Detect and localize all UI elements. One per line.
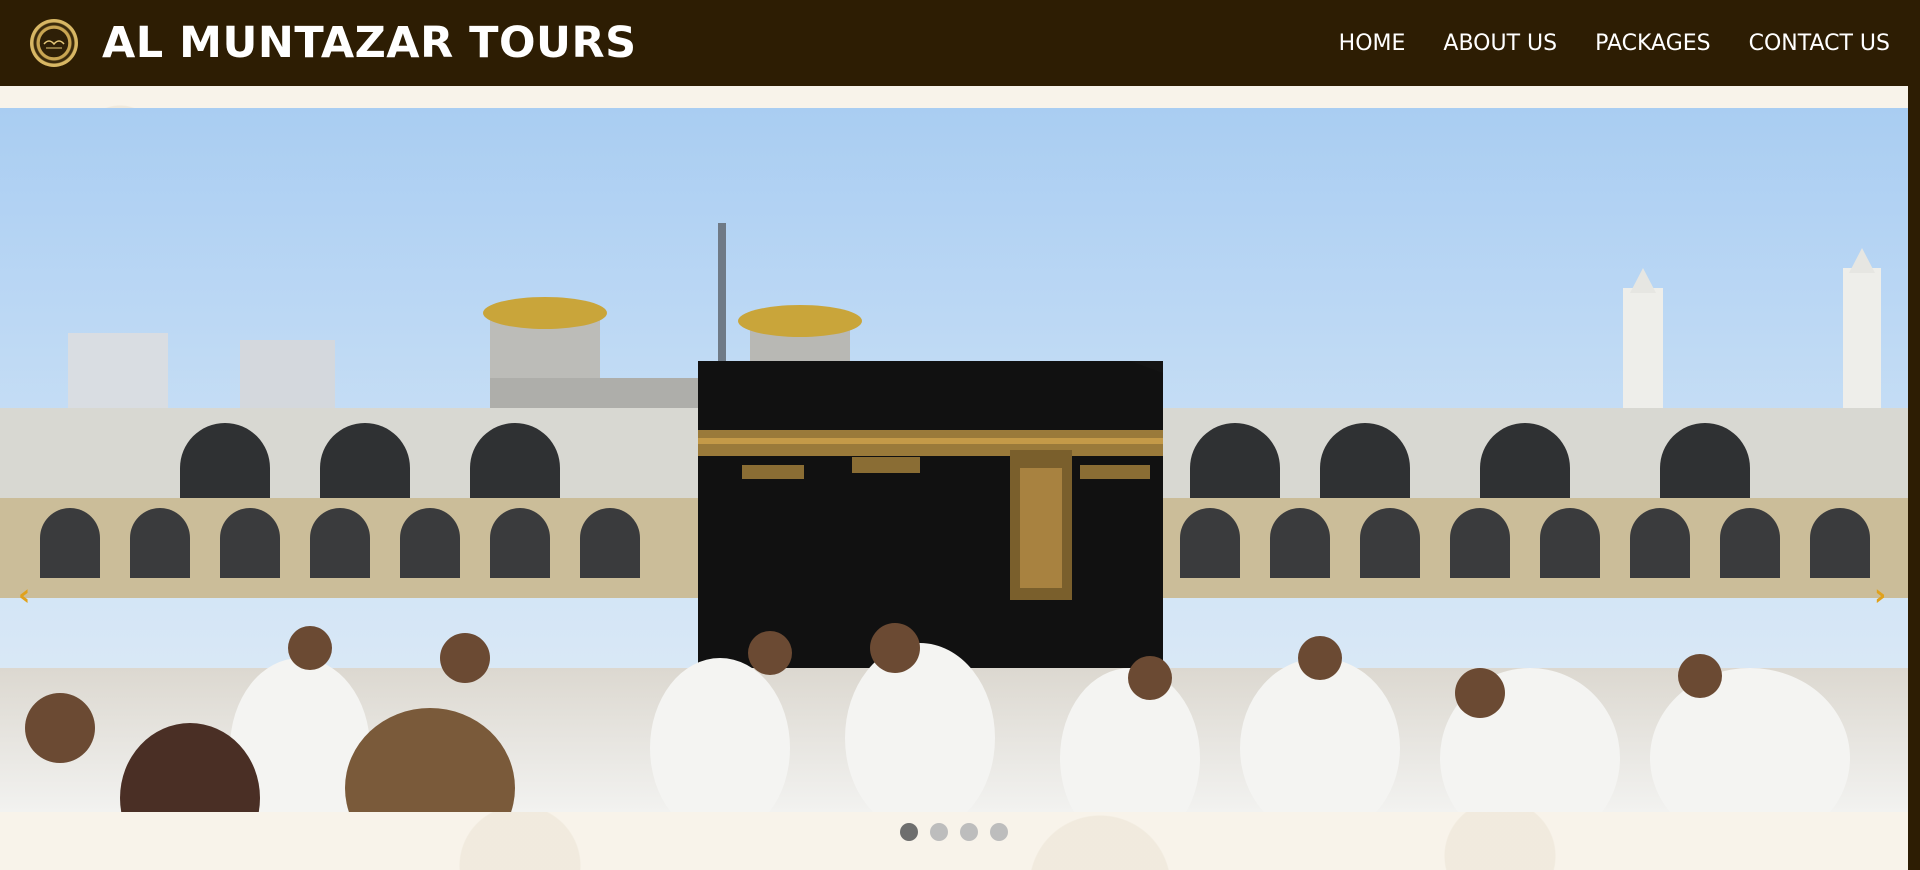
brand[interactable]: AL MUNTAZAR TOURS: [30, 18, 637, 68]
carousel-indicator-2[interactable]: [930, 823, 948, 841]
brand-title: AL MUNTAZAR TOURS: [102, 18, 637, 68]
carousel-slide-image: [0, 108, 1908, 812]
carousel-indicator-3[interactable]: [960, 823, 978, 841]
carousel-indicator-4[interactable]: [990, 823, 1008, 841]
carousel-prev-icon[interactable]: ‹: [18, 578, 30, 613]
nav-contact-link[interactable]: CONTACT US: [1749, 31, 1890, 56]
carousel-next-icon[interactable]: ›: [1874, 578, 1886, 613]
carousel-indicators: [900, 823, 1008, 841]
main-nav: HOME ABOUT US PACKAGES CONTACT US: [1339, 31, 1890, 56]
nav-about-link[interactable]: ABOUT US: [1443, 31, 1557, 56]
top-navbar: AL MUNTAZAR TOURS HOME ABOUT US PACKAGES…: [0, 0, 1920, 86]
nav-packages-link[interactable]: PACKAGES: [1595, 31, 1711, 56]
page-edge: [1908, 86, 1920, 870]
nav-home-link[interactable]: HOME: [1339, 31, 1406, 56]
ornamental-seal-icon: [30, 19, 78, 67]
hero-carousel: ‹ ›: [0, 108, 1908, 812]
carousel-indicator-1[interactable]: [900, 823, 918, 841]
